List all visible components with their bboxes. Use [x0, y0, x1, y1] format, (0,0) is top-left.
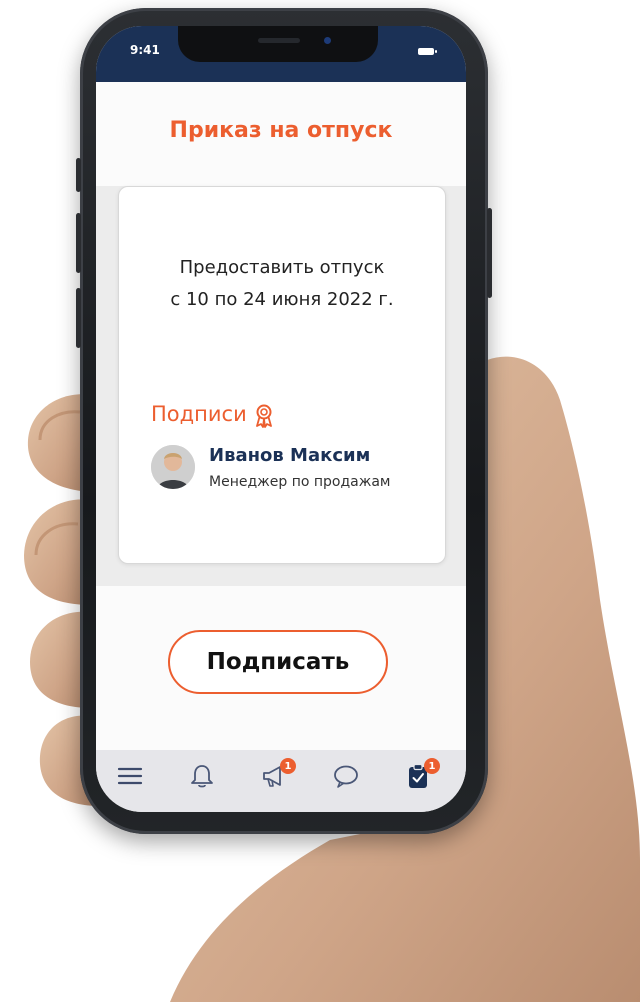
- award-icon: [256, 404, 272, 428]
- announcements-badge: 1: [280, 758, 296, 774]
- mute-switch: [76, 158, 81, 192]
- menu-icon: [117, 767, 143, 785]
- bell-icon: [191, 765, 213, 788]
- documents-badge: 1: [424, 758, 440, 774]
- tab-menu[interactable]: [110, 756, 150, 796]
- camera-icon: [324, 37, 331, 44]
- tab-messages[interactable]: [326, 756, 366, 796]
- tab-announcements[interactable]: 1: [254, 756, 296, 796]
- signer-role: Менеджер по продажам: [209, 474, 391, 490]
- avatar: [151, 445, 195, 489]
- power-button: [487, 208, 492, 298]
- screen-header: Приказ на отпуск: [96, 82, 466, 186]
- action-area: Подписать: [96, 586, 466, 750]
- page-title: Приказ на отпуск: [169, 118, 393, 143]
- speaker-icon: [258, 38, 300, 43]
- order-text-line2: с 10 по 24 июня 2022 г.: [170, 289, 394, 310]
- sign-button[interactable]: Подписать: [168, 630, 388, 694]
- battery-icon: [418, 48, 437, 55]
- order-text-line1: Предоставить отпуск: [179, 257, 385, 278]
- volume-up-button: [76, 213, 81, 273]
- phone-screen: 9:41 Приказ на отпуск Предоставить отпус…: [96, 26, 466, 812]
- signatures-label: Подписи: [151, 402, 247, 426]
- status-time: 9:41: [130, 43, 160, 57]
- camera-notch: [178, 26, 378, 62]
- volume-down-button: [76, 288, 81, 348]
- order-card: Предоставить отпуск с 10 по 24 июня 2022…: [118, 186, 446, 564]
- bottom-tab-bar: 1 1: [96, 750, 466, 812]
- tab-notifications[interactable]: [182, 756, 222, 796]
- signer-name[interactable]: Иванов Максим: [209, 445, 370, 466]
- tab-documents[interactable]: 1: [398, 756, 440, 796]
- chat-icon: [334, 765, 358, 788]
